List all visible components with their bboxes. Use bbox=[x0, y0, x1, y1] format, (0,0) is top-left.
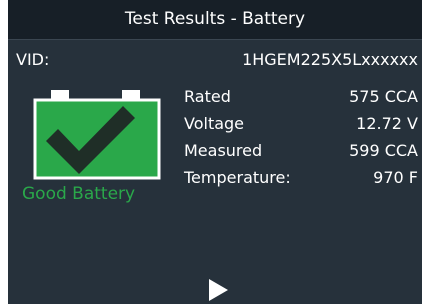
metric-rated: Rated 575 CCA bbox=[184, 86, 418, 113]
vid-value: 1HGEM225X5Lxxxxxx bbox=[242, 50, 418, 69]
battery-status: Good Battery bbox=[22, 184, 136, 204]
metric-measured: Measured 599 CCA bbox=[184, 140, 418, 167]
metric-value: 970 F bbox=[373, 168, 418, 187]
metric-voltage: Voltage 12.72 V bbox=[184, 113, 418, 140]
play-icon[interactable] bbox=[209, 279, 228, 301]
title-divider bbox=[8, 39, 422, 40]
battery-check-icon bbox=[33, 90, 161, 180]
metric-label: Rated bbox=[184, 87, 231, 106]
metric-value: 575 CCA bbox=[349, 87, 418, 106]
test-results-screen: Test Results - Battery VID: 1HGEM225X5Lx… bbox=[8, 0, 422, 304]
page-title: Test Results - Battery bbox=[8, 0, 422, 39]
metrics-list: Rated 575 CCA Voltage 12.72 V Measured 5… bbox=[184, 86, 418, 194]
metric-value: 12.72 V bbox=[356, 114, 418, 133]
metric-label: Temperature: bbox=[184, 168, 291, 187]
metric-temperature: Temperature: 970 F bbox=[184, 167, 418, 194]
metric-label: Measured bbox=[184, 141, 263, 160]
metric-label: Voltage bbox=[184, 114, 245, 133]
metric-value: 599 CCA bbox=[349, 141, 418, 160]
vid-label: VID: bbox=[16, 50, 50, 69]
